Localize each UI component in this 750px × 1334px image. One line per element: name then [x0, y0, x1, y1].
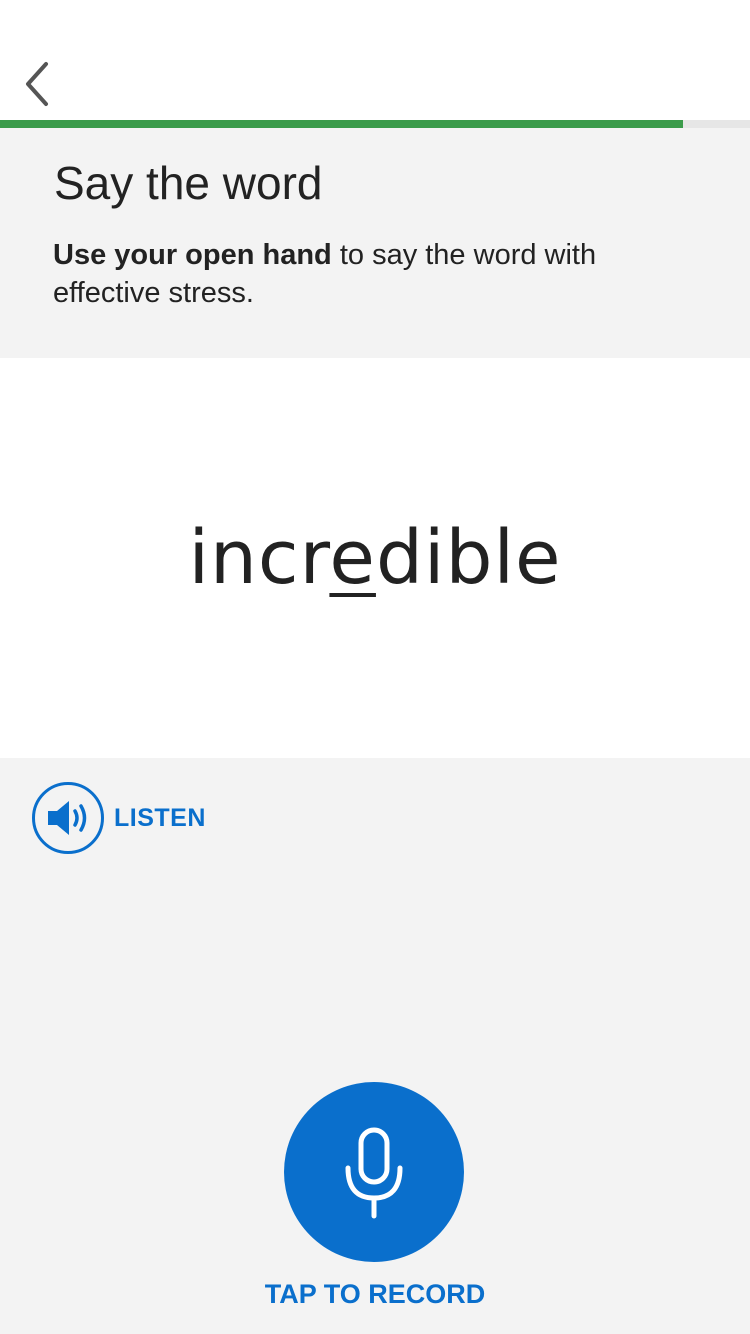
speaker-icon	[48, 801, 87, 835]
instruction-text: Use your open hand to say the word with …	[53, 236, 693, 312]
stressed-syllable: e	[329, 515, 376, 601]
progress-bar	[0, 120, 750, 128]
page-title: Say the word	[54, 157, 323, 209]
word-after-stress: dible	[375, 515, 562, 601]
microphone-icon	[345, 1127, 403, 1219]
listen-label[interactable]: LISTEN	[114, 804, 206, 833]
instruction-emphasis: Use your open hand	[53, 239, 332, 271]
top-bar	[0, 0, 750, 120]
target-word: incredible	[0, 508, 750, 608]
record-button[interactable]	[284, 1082, 464, 1262]
progress-bar-fill	[0, 120, 683, 128]
back-button[interactable]	[14, 56, 58, 112]
listen-button[interactable]: LISTEN	[32, 782, 206, 854]
record-label[interactable]: TAP TO RECORD	[0, 1276, 750, 1312]
listen-icon-circle	[32, 782, 104, 854]
chevron-left-icon	[26, 62, 48, 106]
word-before-stress: incr	[188, 515, 330, 601]
